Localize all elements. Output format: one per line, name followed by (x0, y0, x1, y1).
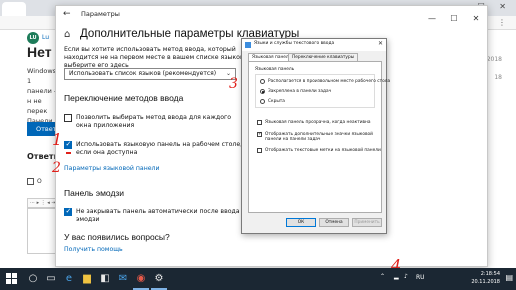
task-view-icon[interactable]: ▭ (44, 272, 58, 286)
notification-icon[interactable]: ▤ (505, 273, 513, 282)
language-indicator[interactable]: RU (416, 274, 425, 281)
keyboard-icon (245, 42, 251, 48)
radio-hidden[interactable] (260, 99, 265, 104)
search-icon[interactable]: ○ (26, 272, 40, 286)
text-labels-label: Отображать текстовые метки на языковой п… (265, 148, 381, 153)
dialog-title: Языки и службы текстового ввода (254, 41, 335, 46)
language-bar-group: Располагается в произвольном месте рабоч… (255, 74, 390, 108)
windows-start-icon[interactable] (6, 273, 18, 285)
apply-button[interactable]: Применить (352, 218, 382, 227)
radio-floating[interactable] (260, 79, 265, 84)
taskbar: ○ ▭ e ▆ ◧ ✉ ◉ ⚙ ⌃ ▂ ♪ RU 2:18:54 20.11.2… (0, 268, 516, 290)
annotation-bracket (66, 152, 71, 154)
settings-titlebar: ← Параметры — ☐ ✕ (56, 6, 487, 24)
group-label: Языковая панель (255, 67, 295, 72)
text-services-dialog: Языки и службы текстового ввода ✕ Языков… (241, 38, 390, 234)
emoji-keep-open-label: Не закрывать панель автоматически после … (76, 208, 240, 223)
clock-date: 20.11.2018 (471, 279, 500, 285)
tab-keyboard-switch[interactable]: Переключение клавиатуры (288, 53, 359, 61)
back-arrow-icon[interactable]: ← (63, 9, 71, 19)
radio-docked-taskbar[interactable] (260, 89, 265, 94)
maximize-icon[interactable]: ☐ (443, 12, 465, 26)
minimize-icon[interactable]: — (421, 12, 443, 26)
override-description: Если вы хотите использовать метод ввода,… (64, 46, 246, 69)
dropdown-value: Использовать список языков (рекомендуетс… (69, 70, 217, 77)
transparent-checkbox[interactable] (257, 120, 262, 125)
extra-icons-label: Отображать дополнительные значки языково… (265, 132, 373, 142)
text-labels-checkbox[interactable] (257, 148, 262, 153)
close-icon[interactable]: ✕ (465, 12, 487, 26)
langbar-options-link[interactable]: Параметры языковой панели (64, 165, 160, 172)
use-langbar-checkbox[interactable] (64, 140, 72, 149)
radio-floating-label: Располагается в произвольном месте рабоч… (268, 79, 391, 84)
transparent-label: Языковая панель прозрачна, когда неактив… (265, 120, 371, 125)
radio-hidden-label: Скрыта (268, 99, 285, 104)
tray-chevron-icon[interactable]: ⌃ (380, 273, 385, 280)
mail-icon[interactable]: ✉ (116, 272, 130, 286)
network-icon[interactable]: ▂ (394, 273, 399, 280)
get-help-link[interactable]: Получить помощь (64, 246, 123, 253)
close-icon[interactable]: ✕ (378, 40, 383, 47)
chrome-icon[interactable]: ◉ (134, 272, 148, 286)
notify-checkbox-label: О (37, 178, 42, 185)
store-icon[interactable]: ◧ (98, 272, 112, 286)
language-bar-panel: Языковая панель Располагается в произвол… (248, 61, 390, 213)
settings-app-title: Параметры (81, 10, 120, 18)
input-method-override-dropdown[interactable]: Использовать список языков (рекомендуетс… (64, 68, 236, 80)
annotation-number-2: 2 (52, 160, 61, 176)
ok-button[interactable]: ОК (286, 218, 316, 227)
radio-docked-label: Закреплена в панели задач (268, 89, 332, 94)
annotation-number-1: 1 (52, 130, 63, 149)
switch-methods-heading: Переключение методов ввода (64, 93, 184, 103)
edge-icon[interactable]: e (62, 272, 76, 286)
file-explorer-icon[interactable]: ▆ (80, 272, 94, 286)
emoji-panel-heading: Панель эмодзи (64, 188, 125, 198)
use-langbar-label: Использовать языковую панель на рабочем … (76, 141, 243, 156)
per-app-input-checkbox[interactable] (64, 114, 72, 122)
post-date-2: 18 (494, 74, 502, 81)
avatar: LU (27, 32, 39, 44)
volume-icon[interactable]: ♪ (404, 273, 408, 280)
clock-time: 2:18:54 (480, 271, 500, 277)
extra-icons-checkbox[interactable] (257, 131, 262, 137)
browser-tab[interactable] (2, 2, 26, 16)
questions-heading: У вас появились вопросы? (64, 232, 170, 242)
per-app-input-label: Позволить выбирать метод ввода для каждо… (76, 114, 232, 129)
settings-window-controls: — ☐ ✕ (421, 6, 487, 24)
annotation-number-3: 3 (229, 76, 238, 92)
emoji-keep-open-checkbox[interactable] (64, 207, 72, 216)
settings-gear-icon[interactable]: ⚙ (152, 272, 166, 286)
cancel-button[interactable]: Отмена (319, 218, 349, 227)
qa-user-name[interactable]: Lu (42, 34, 49, 41)
post-date: 2018 (486, 56, 502, 63)
clock[interactable]: 2:18:54 20.11.2018 (471, 270, 500, 286)
home-icon[interactable]: ⌂ (64, 29, 70, 40)
notify-checkbox[interactable] (27, 178, 34, 185)
question-title: Нет (27, 44, 52, 60)
dialog-titlebar: Языки и службы текстового ввода ✕ (242, 39, 386, 51)
